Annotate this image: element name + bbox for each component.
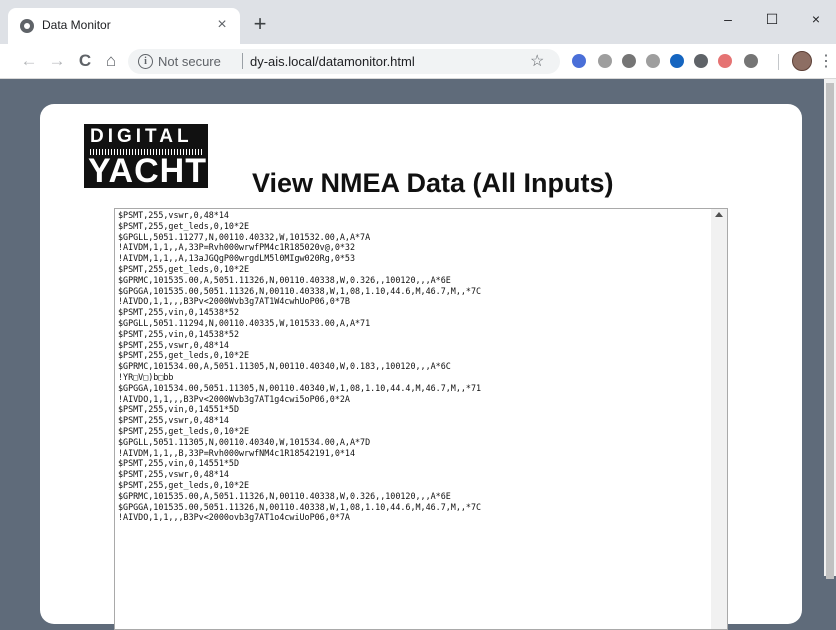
toolbar-divider (778, 54, 779, 70)
globe-favicon-icon (20, 19, 34, 33)
tab-title: Data Monitor (42, 18, 111, 32)
back-arrow-icon[interactable]: ← (18, 50, 40, 72)
tab-strip: Data Monitor × + – ☐ × (0, 0, 836, 44)
textarea-scrollbar[interactable] (711, 209, 727, 629)
extension-icon-2[interactable] (598, 54, 612, 68)
nmea-line: $GPGLL,5051.11294,N,00110.40335,W,101533… (118, 317, 371, 328)
url-text[interactable]: dy-ais.local/datamonitor.html (250, 54, 415, 69)
nmea-line: !AIVDO,1,1,,,B3Pv<2000Wvb3g7AT1W4cwhUoP0… (118, 296, 350, 307)
nmea-line: $PSMT,255,vin,0,14538*52 (118, 328, 240, 339)
menu-kebab-icon[interactable]: ⋮ (818, 51, 834, 71)
nmea-line: $GPGLL,5051.11305,N,00110.40340,W,101534… (118, 436, 371, 447)
tab-close-icon[interactable]: × (212, 15, 232, 35)
nmea-line: $GPRMC,101535.00,A,5051.11326,N,00110.40… (118, 490, 451, 501)
nmea-line: $GPGGA,101535.00,5051.11326,N,00110.4033… (118, 285, 482, 296)
info-icon[interactable]: i (138, 54, 153, 69)
extension-icon-8[interactable] (744, 54, 758, 68)
nmea-line: $GPRMC,101534.00,A,5051.11305,N,00110.40… (118, 361, 451, 372)
browser-toolbar: ← → C ⌂ i Not secure dy-ais.local/datamo… (0, 44, 836, 79)
nmea-line: !AIVDM,1,1,,B,33P=Rvh000wrwfNM4c1R185421… (118, 447, 355, 458)
close-window-button[interactable]: × (798, 6, 834, 32)
nmea-line: $PSMT,255,vin,0,14551*5D (118, 458, 240, 469)
nmea-line: $PSMT,255,vswr,0,48*14 (118, 339, 229, 350)
extension-icon-7[interactable] (718, 54, 732, 68)
digital-yacht-logo: DIGITAL YACHT (84, 124, 208, 190)
page-scrollbar[interactable] (824, 79, 836, 579)
extension-icon-4[interactable] (646, 54, 660, 68)
profile-avatar[interactable] (792, 51, 812, 71)
tab-data-monitor[interactable]: Data Monitor × (8, 8, 240, 44)
nmea-line: $PSMT,255,get_leds,0,10*2E (118, 425, 250, 436)
scroll-up-arrow-icon[interactable] (715, 212, 723, 217)
forward-arrow-icon[interactable]: → (46, 50, 68, 72)
page-title: View NMEA Data (All Inputs) (252, 168, 614, 198)
nmea-data-textarea[interactable]: $PSMT,255,vswr,0,48*14 $PSMT,255,get_leds… (114, 208, 728, 630)
nmea-line: $PSMT,255,vswr,0,48*14 (118, 469, 229, 480)
nmea-line: !YR□V□)b□bb (118, 371, 174, 382)
nmea-line: $PSMT,255,get_leds,0,10*2E (118, 479, 250, 490)
home-icon[interactable]: ⌂ (100, 50, 122, 72)
maximize-button[interactable]: ☐ (754, 6, 790, 32)
nmea-line: $GPGGA,101535.00,5051.11326,N,00110.4033… (118, 501, 482, 512)
extension-icon-5[interactable] (670, 54, 684, 68)
extension-icon-1[interactable] (572, 54, 586, 68)
nmea-line: $GPGLL,5051.11277,N,00110.40332,W,101532… (118, 231, 371, 242)
nmea-line: $PSMT,255,vswr,0,48*14 (118, 415, 229, 426)
nmea-line: $PSMT,255,vswr,0,48*14 (118, 210, 229, 220)
content-card: DIGITAL YACHT View NMEA Data (All Inputs… (40, 104, 802, 630)
nmea-line: $GPGGA,101534.00,5051.11305,N,00110.4034… (118, 382, 482, 393)
extension-icon-3[interactable] (622, 54, 636, 68)
nmea-data-text: $PSMT,255,vswr,0,48*14 $PSMT,255,get_leds… (118, 210, 481, 523)
address-bar[interactable]: i Not secure dy-ais.local/datamonitor.ht… (128, 49, 560, 74)
new-tab-button[interactable]: + (248, 13, 272, 37)
reload-icon[interactable]: C (74, 50, 96, 72)
nmea-line: $PSMT,255,get_leds,0,10*2E (118, 263, 250, 274)
nmea-line: $PSMT,255,get_leds,0,10*2E (118, 220, 250, 231)
logo-line-1: DIGITAL (90, 126, 193, 147)
logo-line-2: YACHT (88, 152, 207, 190)
nmea-line: $PSMT,255,vin,0,14538*52 (118, 307, 240, 318)
omnibox-divider (242, 53, 243, 69)
extension-icon-6[interactable] (694, 54, 708, 68)
nmea-line: $GPRMC,101535.00,A,5051.11326,N,00110.40… (118, 274, 451, 285)
nmea-line: $PSMT,255,get_leds,0,10*2E (118, 350, 250, 361)
nmea-line: !AIVDO,1,1,,,B3Pv<2000Wvb3g7AT1g4cwi5oP0… (118, 393, 350, 404)
bookmark-star-icon[interactable]: ☆ (530, 51, 544, 71)
nmea-line: $PSMT,255,vin,0,14551*5D (118, 404, 240, 415)
minimize-button[interactable]: – (710, 6, 746, 32)
nmea-line: !AIVDO,1,1,,,B3Pv<2000ovb3g7AT1o4cwiUoP0… (118, 512, 350, 523)
nmea-line: !AIVDM,1,1,,A,33P=Rvh000wrwfPM4c1R185020… (118, 242, 355, 253)
security-label: Not secure (158, 54, 221, 69)
page-scrollbar-thumb[interactable] (826, 83, 834, 579)
nmea-line: !AIVDM,1,1,,A,13aJGQgP00wrgdLM5l0MIgw020… (118, 253, 355, 264)
